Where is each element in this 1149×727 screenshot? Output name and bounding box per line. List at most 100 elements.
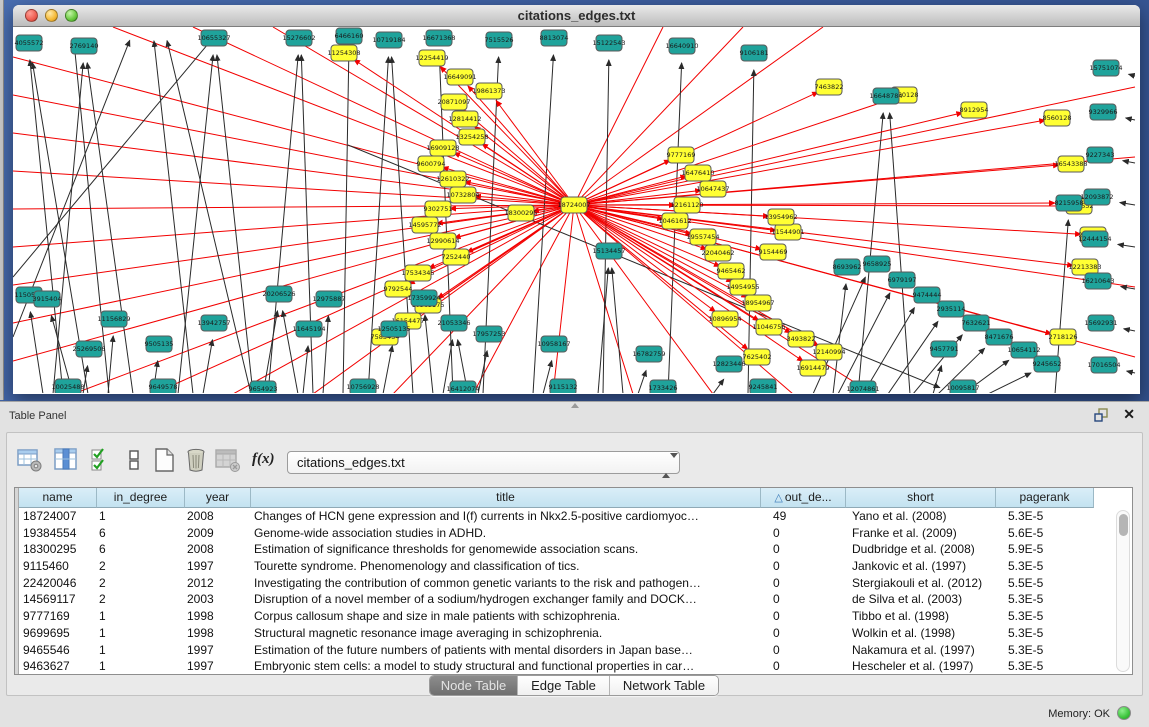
column-header-in_degree[interactable]: in_degree [97, 488, 185, 508]
cell-in_degree[interactable]: 1 [97, 642, 185, 659]
cell-short[interactable]: Wolkin et al. (1998) [846, 625, 996, 642]
cell-pagerank[interactable]: 5.3E-5 [996, 658, 1094, 675]
select-columns-icon[interactable] [88, 447, 116, 473]
cell-name[interactable]: 22420046 [19, 575, 97, 592]
cell-in_degree[interactable]: 1 [97, 658, 185, 675]
cell-in_degree[interactable]: 1 [97, 625, 185, 642]
table-row[interactable]: 1872400712008Changes of HCN gene express… [15, 508, 1132, 525]
cell-short[interactable]: Tibbo et al. (1998) [846, 608, 996, 625]
table-row[interactable]: 946362711997Embryonic stem cells: a mode… [15, 658, 1132, 675]
table-row[interactable]: 1830029562008Estimation of significance … [15, 541, 1132, 558]
cell-short[interactable]: Yano et al. (2008) [846, 508, 996, 525]
tab-edge-table[interactable]: Edge Table [518, 676, 610, 695]
cell-title[interactable]: Estimation of the future numbers of pati… [251, 642, 761, 659]
cell-out_de[interactable]: 0 [761, 525, 846, 542]
table-scrollbar[interactable] [1116, 510, 1130, 672]
cell-out_de[interactable]: 0 [761, 558, 846, 575]
cell-title[interactable]: Estimation of significance thresholds fo… [251, 541, 761, 558]
cell-pagerank[interactable]: 5.3E-5 [996, 558, 1094, 575]
table-row[interactable]: 946554611997Estimation of the future num… [15, 642, 1132, 659]
cell-name[interactable]: 18724007 [19, 508, 97, 525]
table-selector-dropdown[interactable]: citations_edges.txt [287, 451, 680, 474]
cell-short[interactable]: Dudbridge et al. (2008) [846, 541, 996, 558]
table-row[interactable]: 977716911998Corpus callosum shape and si… [15, 608, 1132, 625]
close-panel-icon[interactable]: ✕ [1123, 406, 1135, 423]
cell-pagerank[interactable]: 5.3E-5 [996, 642, 1094, 659]
cell-name[interactable]: 19384554 [19, 525, 97, 542]
new-table-icon[interactable] [150, 447, 178, 473]
network-canvas[interactable]: 4055572276914010655327152766026466160107… [13, 27, 1140, 393]
cell-out_de[interactable]: 49 [761, 508, 846, 525]
cell-name[interactable]: 9699695 [19, 625, 97, 642]
table-row[interactable]: 1938455462009Genome-wide association stu… [15, 525, 1132, 542]
cell-out_de[interactable]: 0 [761, 591, 846, 608]
tab-node-table[interactable]: Node Table [430, 676, 518, 695]
column-header-name[interactable]: name [19, 488, 97, 508]
cell-pagerank[interactable]: 5.6E-5 [996, 525, 1094, 542]
cell-year[interactable]: 2009 [185, 525, 251, 542]
show-columns-icon[interactable] [52, 447, 80, 473]
cell-short[interactable]: Stergiakouli et al. (2012) [846, 575, 996, 592]
cell-year[interactable]: 1998 [185, 625, 251, 642]
column-header-pagerank[interactable]: pagerank [996, 488, 1094, 508]
cell-out_de[interactable]: 0 [761, 658, 846, 675]
cell-in_degree[interactable]: 2 [97, 575, 185, 592]
cell-year[interactable]: 2012 [185, 575, 251, 592]
table-mode-icon[interactable] [16, 447, 44, 473]
cell-pagerank[interactable]: 5.3E-5 [996, 608, 1094, 625]
cell-pagerank[interactable]: 5.3E-5 [996, 591, 1094, 608]
cell-title[interactable]: Changes of HCN gene expression and I(f) … [251, 508, 761, 525]
cell-name[interactable]: 14569117 [19, 591, 97, 608]
cell-name[interactable]: 9465546 [19, 642, 97, 659]
cell-short[interactable]: Franke et al. (2009) [846, 525, 996, 542]
cell-out_de[interactable]: 0 [761, 575, 846, 592]
cell-name[interactable]: 18300295 [19, 541, 97, 558]
cell-title[interactable]: Tourette syndrome. Phenomenology and cla… [251, 558, 761, 575]
cell-year[interactable]: 1997 [185, 558, 251, 575]
cell-name[interactable]: 9463627 [19, 658, 97, 675]
table-row[interactable]: 1456911722003Disruption of a novel membe… [15, 591, 1132, 608]
panel-resize-handle-icon[interactable] [571, 403, 579, 408]
cell-year[interactable]: 2008 [185, 508, 251, 525]
cell-title[interactable]: Investigating the contribution of common… [251, 575, 761, 592]
cell-title[interactable]: Embryonic stem cells: a model to study s… [251, 658, 761, 675]
column-header-year[interactable]: year [185, 488, 251, 508]
cell-short[interactable]: Hescheler et al. (1997) [846, 658, 996, 675]
float-panel-icon[interactable] [1094, 408, 1109, 422]
column-header-title[interactable]: title [251, 488, 761, 508]
table-row[interactable]: 969969511998Structural magnetic resonanc… [15, 625, 1132, 642]
cell-year[interactable]: 1997 [185, 658, 251, 675]
cell-out_de[interactable]: 0 [761, 541, 846, 558]
cell-name[interactable]: 9115460 [19, 558, 97, 575]
column-header-short[interactable]: short [846, 488, 996, 508]
cell-year[interactable]: 2008 [185, 541, 251, 558]
cell-year[interactable]: 1998 [185, 608, 251, 625]
cell-in_degree[interactable]: 2 [97, 558, 185, 575]
window-titlebar[interactable]: citations_edges.txt [13, 5, 1140, 27]
cell-title[interactable]: Structural magnetic resonance image aver… [251, 625, 761, 642]
cell-out_de[interactable]: 0 [761, 642, 846, 659]
cell-year[interactable]: 1997 [185, 642, 251, 659]
cell-in_degree[interactable]: 6 [97, 541, 185, 558]
table-row[interactable]: 2242004622012Investigating the contribut… [15, 575, 1132, 592]
cell-in_degree[interactable]: 2 [97, 591, 185, 608]
table-row[interactable]: 911546021997Tourette syndrome. Phenomeno… [15, 558, 1132, 575]
tab-network-table[interactable]: Network Table [610, 676, 718, 695]
cell-pagerank[interactable]: 5.5E-5 [996, 575, 1094, 592]
cell-out_de[interactable]: 0 [761, 608, 846, 625]
cell-in_degree[interactable]: 6 [97, 525, 185, 542]
function-builder-icon[interactable]: f(x) [252, 451, 280, 477]
cell-in_degree[interactable]: 1 [97, 608, 185, 625]
cell-title[interactable]: Corpus callosum shape and size in male p… [251, 608, 761, 625]
cell-pagerank[interactable]: 5.9E-5 [996, 541, 1094, 558]
cell-short[interactable]: Nakamura et al. (1997) [846, 642, 996, 659]
row-height-icon[interactable] [120, 447, 148, 473]
cell-title[interactable]: Genome-wide association studies in ADHD. [251, 525, 761, 542]
cell-year[interactable]: 2003 [185, 591, 251, 608]
delete-trash-icon[interactable] [182, 447, 210, 473]
cell-pagerank[interactable]: 5.3E-5 [996, 508, 1094, 525]
cell-pagerank[interactable]: 5.3E-5 [996, 625, 1094, 642]
cell-short[interactable]: de Silva et al. (2003) [846, 591, 996, 608]
cell-title[interactable]: Disruption of a novel member of a sodium… [251, 591, 761, 608]
cell-out_de[interactable]: 0 [761, 625, 846, 642]
